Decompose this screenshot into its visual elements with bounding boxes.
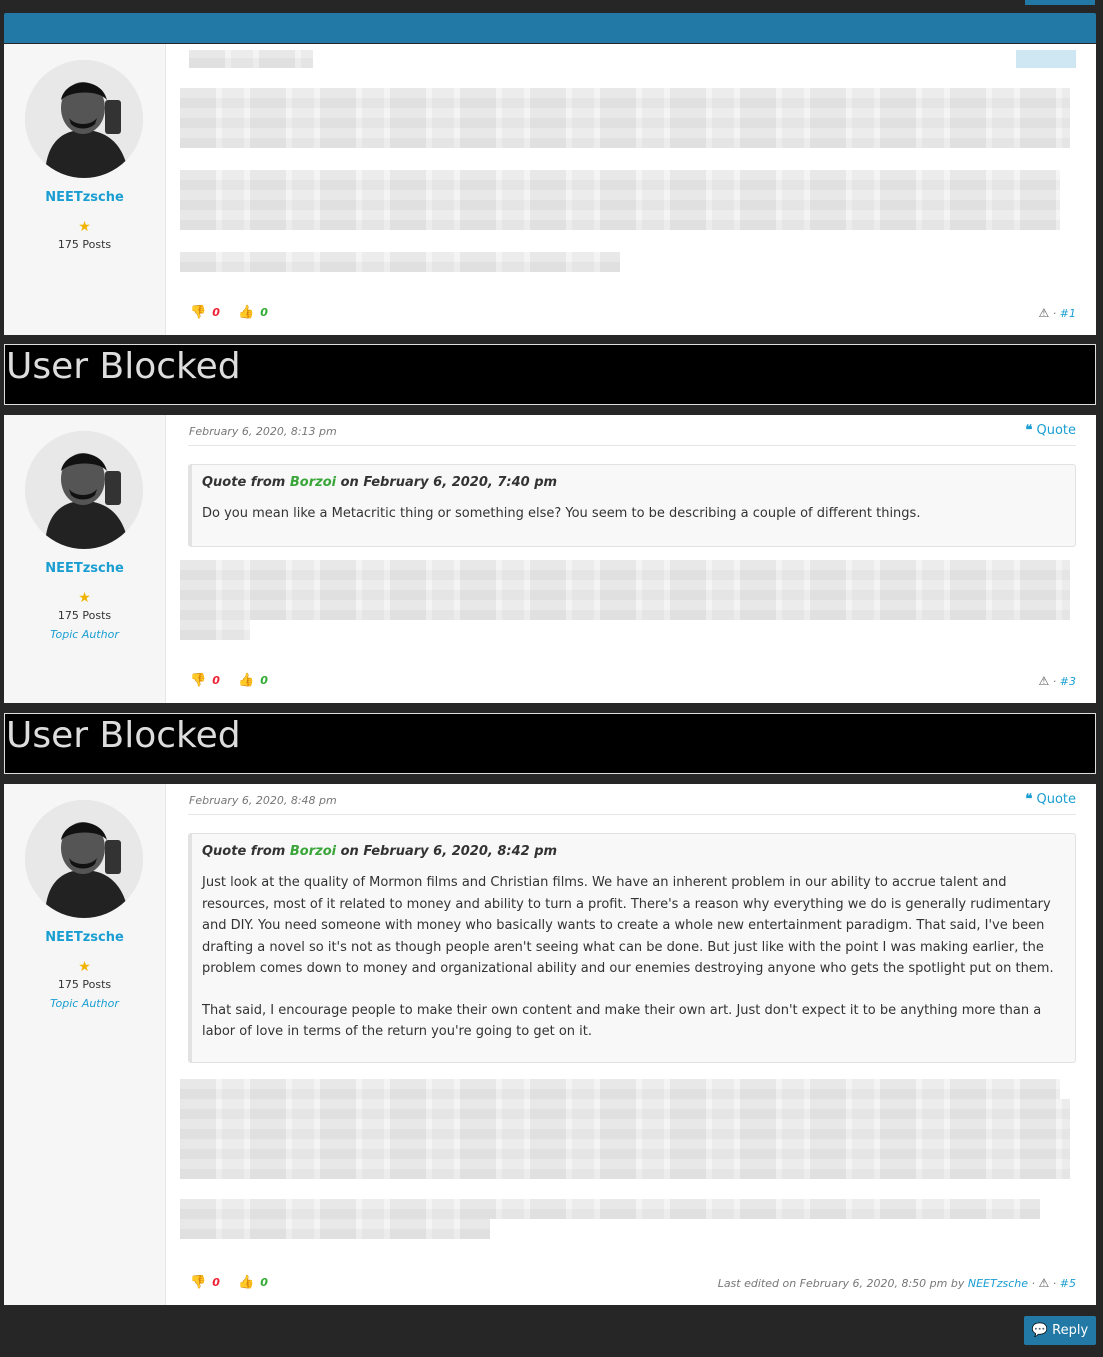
quoted-user-link[interactable]: Borzoi	[290, 844, 336, 859]
avatar[interactable]	[25, 800, 143, 918]
post-content: February 6, 2020, 8:48 pm ❝ Quote Quote …	[180, 784, 1076, 1305]
downvote-button[interactable]: 👎 0	[190, 673, 220, 688]
post-footer: 👎 0 👍 0 ⚠ · #1	[190, 305, 1076, 321]
author-sidebar: NEETzsche ★ 175 Posts	[4, 44, 166, 335]
blocked-label: User Blocked	[6, 715, 241, 756]
post-count: 175 Posts	[57, 609, 112, 622]
edited-note: Last edited on February 6, 2020, 8:50 pm…	[717, 1277, 965, 1290]
post-footer: 👎 0 👍 0 ⚠ · #3	[190, 673, 1076, 689]
upvote-button[interactable]: 👍 0	[238, 1275, 268, 1290]
post-3: NEETzsche ★ 175 Posts Topic Author Febru…	[4, 415, 1096, 703]
blurred-text	[180, 560, 1070, 620]
username[interactable]: NEETzsche	[4, 930, 165, 945]
blocked-post: User Blocked	[4, 713, 1096, 774]
post-actions: ⚠ · #3	[1038, 674, 1076, 688]
quote-button[interactable]: ❝ Quote	[1025, 792, 1076, 807]
blurred-text	[180, 620, 250, 640]
post-content: 👎 0 👍 0 ⚠ · #1	[180, 44, 1076, 335]
quote-button[interactable]: ❝ Quote	[1025, 423, 1076, 438]
blocked-label: User Blocked	[6, 346, 241, 387]
warning-icon[interactable]: ⚠	[1039, 306, 1050, 320]
thumbs-up-icon: 👍	[238, 1275, 255, 1290]
username[interactable]: NEETzsche	[4, 561, 165, 576]
username[interactable]: NEETzsche	[4, 190, 165, 205]
blocked-post: User Blocked	[4, 344, 1096, 405]
post-1: NEETzsche ★ 175 Posts 👎 0 👍 0 ⚠ · #1	[4, 44, 1096, 335]
blurred-text	[180, 170, 1060, 230]
reply-icon: 💬	[1031, 1323, 1049, 1338]
topic-author-badge: Topic Author	[50, 997, 119, 1010]
quote-text: Just look at the quality of Mormon films…	[202, 875, 1054, 1039]
quoted-user-link[interactable]: Borzoi	[290, 475, 336, 490]
post-number-link[interactable]: #1	[1060, 307, 1076, 320]
quote-header: Quote from Borzoi on February 6, 2020, 8…	[202, 844, 558, 859]
post-content: February 6, 2020, 8:13 pm ❝ Quote Quote …	[180, 415, 1076, 703]
post-actions: ⚠ · #1	[1038, 306, 1076, 320]
quote-header: Quote from Borzoi on February 6, 2020, 7…	[202, 475, 558, 490]
upvote-button[interactable]: 👍 0	[238, 673, 268, 688]
quote-block: Quote from Borzoi on February 6, 2020, 8…	[188, 833, 1076, 1063]
quote-icon: ❝	[1025, 423, 1033, 438]
blurred-quote-link	[1016, 50, 1076, 68]
post-count: 175 Posts	[57, 978, 112, 991]
reply-button[interactable]: 💬 Reply	[1024, 1316, 1096, 1345]
quote-text: Do you mean like a Metacritic thing or s…	[202, 506, 921, 521]
warning-icon[interactable]: ⚠	[1039, 674, 1050, 688]
downvote-button[interactable]: 👎 0	[190, 305, 220, 320]
blurred-text	[180, 1219, 490, 1239]
avatar[interactable]	[25, 431, 143, 549]
warning-icon[interactable]: ⚠	[1039, 1276, 1050, 1290]
post-date: February 6, 2020, 8:48 pm	[189, 794, 337, 807]
topic-header-bar	[4, 13, 1096, 43]
post-number-link[interactable]: #5	[1060, 1277, 1076, 1290]
thumbs-up-icon: 👍	[238, 673, 255, 688]
thumbs-down-icon: 👎	[190, 305, 207, 320]
downvote-button[interactable]: 👎 0	[190, 1275, 220, 1290]
thumbs-up-icon: 👍	[238, 305, 255, 320]
author-sidebar: NEETzsche ★ 175 Posts Topic Author	[4, 415, 166, 703]
star-icon: ★	[78, 959, 91, 975]
quote-block: Quote from Borzoi on February 6, 2020, 7…	[188, 464, 1076, 547]
star-icon: ★	[78, 219, 91, 235]
topic-author-badge: Topic Author	[50, 628, 119, 641]
thumbs-down-icon: 👎	[190, 1275, 207, 1290]
divider	[188, 445, 1076, 446]
post-5: NEETzsche ★ 175 Posts Topic Author Febru…	[4, 784, 1096, 1305]
post-actions: Last edited on February 6, 2020, 8:50 pm…	[717, 1276, 1076, 1290]
blurred-text	[180, 252, 620, 272]
post-number-link[interactable]: #3	[1060, 675, 1076, 688]
blurred-text	[180, 1099, 1070, 1179]
quote-icon: ❝	[1025, 792, 1033, 807]
blurred-text	[180, 1079, 1060, 1099]
avatar[interactable]	[25, 60, 143, 178]
blurred-date	[189, 50, 313, 68]
post-footer: 👎 0 👍 0 Last edited on February 6, 2020, 8…	[190, 1275, 1076, 1291]
star-icon: ★	[78, 590, 91, 606]
edited-by-link[interactable]: NEETzsche	[968, 1277, 1028, 1290]
blurred-text	[180, 88, 1070, 148]
author-sidebar: NEETzsche ★ 175 Posts Topic Author	[4, 784, 166, 1305]
post-date: February 6, 2020, 8:13 pm	[189, 425, 337, 438]
blurred-text	[180, 1199, 1040, 1219]
divider	[188, 814, 1076, 815]
thumbs-down-icon: 👎	[190, 673, 207, 688]
top-button[interactable]	[1025, 0, 1095, 5]
upvote-button[interactable]: 👍 0	[238, 305, 268, 320]
post-count: 175 Posts	[57, 238, 112, 251]
